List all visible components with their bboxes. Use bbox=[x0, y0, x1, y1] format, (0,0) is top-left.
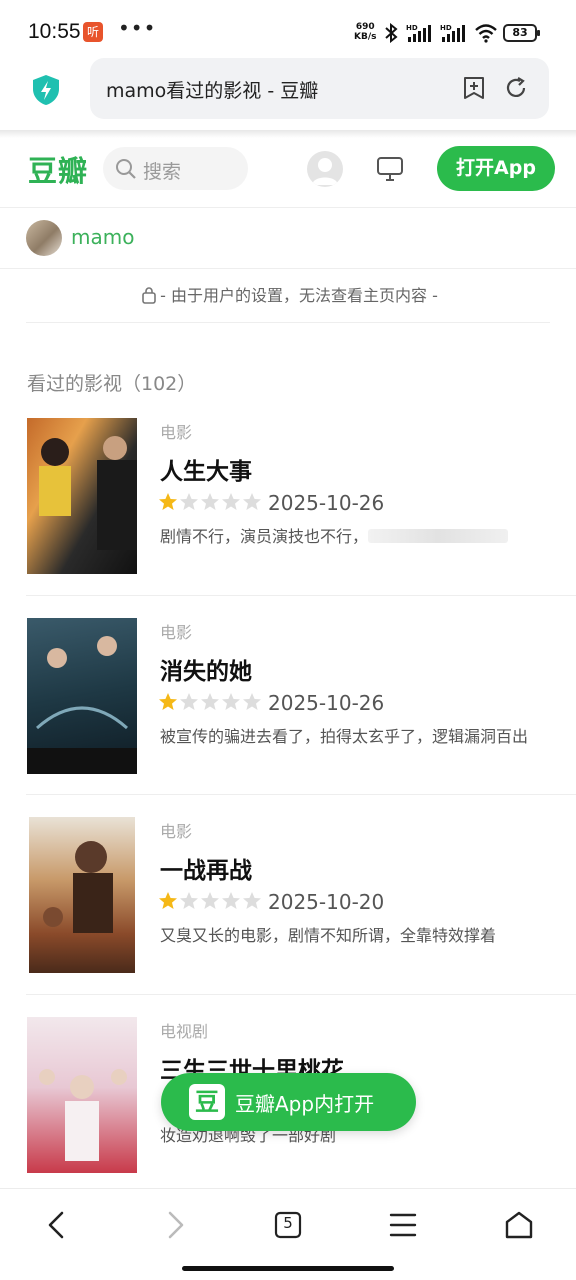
user-avatar-icon[interactable] bbox=[307, 151, 343, 187]
user-name-link[interactable]: mamo bbox=[71, 225, 134, 249]
poster-image[interactable] bbox=[27, 1017, 137, 1173]
browser-url-bar: mamo看过的影视 - 豆瓣 bbox=[0, 58, 576, 132]
net-speed: 690 KB/s bbox=[354, 22, 376, 42]
forward-icon[interactable] bbox=[155, 1205, 195, 1245]
star-empty-icon bbox=[243, 693, 261, 710]
add-bookmark-icon[interactable] bbox=[462, 76, 486, 100]
refresh-icon[interactable] bbox=[504, 76, 528, 100]
bluetooth-icon bbox=[385, 23, 398, 43]
open-app-button[interactable]: 打开App bbox=[437, 146, 555, 191]
status-bar: 10:55 听 ••• 690 KB/s HD HD 83 bbox=[0, 0, 576, 66]
list-item[interactable]: 电影 人生大事 2025-10-26 剧情不行，演员演技也不行， bbox=[0, 418, 576, 618]
search-placeholder: 搜索 bbox=[143, 161, 182, 183]
star-empty-icon bbox=[243, 493, 261, 510]
status-icons: HD HD bbox=[384, 22, 498, 44]
item-comment: 被宣传的骗进去看了，拍得太玄乎了，逻辑漏洞百出 bbox=[160, 727, 529, 746]
tabs-count: 5 bbox=[283, 1214, 293, 1232]
app-notification-icon: 听 bbox=[83, 22, 103, 42]
item-title[interactable]: 人生大事 bbox=[160, 452, 252, 486]
item-title[interactable]: 一战再战 bbox=[160, 851, 252, 885]
star-empty-icon bbox=[222, 892, 240, 909]
menu-icon[interactable] bbox=[383, 1205, 423, 1245]
open-in-app-floating-button[interactable]: 豆 豆瓣App内打开 bbox=[161, 1073, 416, 1131]
wifi-icon bbox=[475, 24, 497, 43]
star-empty-icon bbox=[180, 693, 198, 710]
poster-image[interactable] bbox=[27, 618, 137, 774]
item-date: 2025-10-20 bbox=[268, 890, 385, 914]
avatar[interactable] bbox=[26, 220, 62, 256]
poster-art bbox=[39, 1069, 127, 1161]
url-field[interactable]: mamo看过的影视 - 豆瓣 bbox=[90, 58, 549, 119]
rating-stars bbox=[158, 492, 262, 512]
star-empty-icon bbox=[180, 493, 198, 510]
battery-icon: 83 bbox=[503, 24, 540, 42]
poster-image[interactable] bbox=[27, 418, 137, 574]
net-speed-value: 690 bbox=[355, 22, 375, 32]
star-empty-icon bbox=[222, 693, 240, 710]
search-icon bbox=[116, 159, 136, 179]
more-notifications-icon: ••• bbox=[118, 16, 157, 40]
signal-hd1-icon: HD bbox=[406, 24, 431, 42]
list-item[interactable]: 电影 一战再战 2025-10-20 又臭又长的电影，剧情不知所谓，全靠特效撑着 bbox=[0, 817, 576, 1017]
home-indicator[interactable] bbox=[182, 1266, 394, 1271]
star-empty-icon bbox=[201, 892, 219, 909]
item-comment: 剧情不行，演员演技也不行， bbox=[160, 525, 552, 549]
divider bbox=[0, 130, 576, 138]
person-icon bbox=[312, 158, 338, 185]
poster-art bbox=[39, 436, 137, 550]
item-date: 2025-10-26 bbox=[268, 491, 385, 515]
site-header: 豆瓣 搜索 打开App bbox=[0, 138, 576, 208]
lock-icon bbox=[142, 287, 156, 304]
svg-text:HD: HD bbox=[440, 24, 452, 32]
home-icon[interactable] bbox=[499, 1205, 539, 1245]
item-type: 电影 bbox=[160, 423, 193, 442]
douban-app-icon: 豆 bbox=[189, 1084, 225, 1120]
divider bbox=[26, 794, 576, 795]
poster-art bbox=[43, 841, 113, 933]
privacy-notice: - 由于用户的设置，无法查看主页内容 - bbox=[26, 270, 550, 323]
list-item[interactable]: 电影 消失的她 2025-10-26 被宣传的骗进去看了，拍得太玄乎了，逻辑漏洞… bbox=[0, 618, 576, 818]
monitor-icon[interactable] bbox=[376, 156, 404, 182]
blurred-text bbox=[368, 529, 509, 543]
star-filled-icon bbox=[159, 493, 177, 510]
douban-logo[interactable]: 豆瓣 bbox=[28, 148, 88, 190]
poster-image[interactable] bbox=[29, 817, 135, 973]
item-type: 电影 bbox=[160, 623, 193, 642]
back-icon[interactable] bbox=[37, 1205, 77, 1245]
divider bbox=[26, 994, 576, 995]
item-type: 电影 bbox=[160, 822, 193, 841]
comment-text: 剧情不行，演员演技也不行， bbox=[160, 527, 369, 546]
url-title: mamo看过的影视 - 豆瓣 bbox=[106, 80, 319, 102]
open-in-app-label: 豆瓣App内打开 bbox=[235, 1092, 375, 1116]
net-speed-unit: KB/s bbox=[354, 32, 377, 42]
rating-stars bbox=[158, 692, 262, 712]
security-shield-icon[interactable] bbox=[32, 74, 60, 106]
item-date: 2025-10-26 bbox=[268, 691, 385, 715]
star-empty-icon bbox=[201, 493, 219, 510]
signal-hd2-icon: HD bbox=[440, 24, 465, 42]
star-empty-icon bbox=[201, 693, 219, 710]
tabs-button[interactable]: 5 bbox=[268, 1205, 308, 1245]
rating-stars bbox=[158, 891, 262, 911]
star-empty-icon bbox=[243, 892, 261, 909]
user-row[interactable]: mamo bbox=[0, 209, 576, 269]
item-title[interactable]: 消失的她 bbox=[160, 652, 252, 686]
star-filled-icon bbox=[159, 892, 177, 909]
privacy-notice-text: - 由于用户的设置，无法查看主页内容 - bbox=[160, 286, 438, 305]
item-comment: 又臭又长的电影，剧情不知所谓，全靠特效撑着 bbox=[160, 926, 497, 945]
poster-art bbox=[27, 636, 137, 774]
search-input[interactable]: 搜索 bbox=[103, 147, 248, 190]
divider bbox=[26, 595, 576, 596]
star-empty-icon bbox=[180, 892, 198, 909]
star-empty-icon bbox=[222, 493, 240, 510]
star-filled-icon bbox=[159, 693, 177, 710]
status-time: 10:55 bbox=[28, 20, 81, 43]
section-title: 看过的影视（102） bbox=[27, 373, 197, 395]
svg-text:HD: HD bbox=[406, 24, 418, 32]
item-type: 电视剧 bbox=[160, 1022, 209, 1041]
